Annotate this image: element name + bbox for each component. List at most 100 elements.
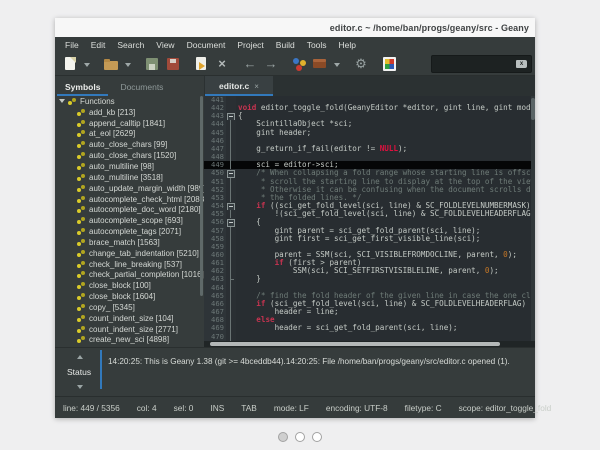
tab-scroll-up-icon[interactable] bbox=[77, 352, 83, 359]
search-input[interactable]: x bbox=[431, 55, 532, 73]
clear-search-icon[interactable]: x bbox=[516, 60, 527, 68]
symbol-item[interactable]: at_eol [2629] bbox=[55, 129, 204, 140]
menu-view[interactable]: View bbox=[150, 37, 180, 53]
symbol-item[interactable]: autocomplete_doc_word [2180] bbox=[55, 204, 204, 215]
code-line[interactable]: 452 * Otherwise it can be confusing when… bbox=[204, 186, 535, 194]
symbol-item[interactable]: autocomplete_scope [693] bbox=[55, 215, 204, 226]
fold-marker-icon[interactable] bbox=[226, 169, 236, 177]
save-icon[interactable] bbox=[143, 55, 161, 73]
code-line[interactable]: 444 ScintillaObject *sci; bbox=[204, 120, 535, 128]
code-line[interactable]: 465 /* find the fold header of the given… bbox=[204, 292, 535, 300]
code-line[interactable]: 467 header = line; bbox=[204, 308, 535, 316]
code-line[interactable]: 455 !(sci_get_fold_level(sci, line) & SC… bbox=[204, 210, 535, 218]
execute-icon[interactable]: ⚙ bbox=[352, 55, 370, 73]
close-icon[interactable]: × bbox=[213, 55, 231, 73]
menu-project[interactable]: Project bbox=[231, 37, 269, 53]
menu-tools[interactable]: Tools bbox=[301, 37, 333, 53]
tab-scroll-down-icon[interactable] bbox=[77, 385, 83, 392]
symbol-item[interactable]: count_indent_size [2771] bbox=[55, 324, 204, 335]
new-document-icon[interactable] bbox=[61, 55, 79, 73]
symbol-item[interactable]: copy_ [5345] bbox=[55, 302, 204, 313]
code-line[interactable]: 457 gint parent = sci_get_fold_parent(sc… bbox=[204, 227, 535, 235]
symbol-item[interactable]: close_block [100] bbox=[55, 280, 204, 291]
code-line[interactable]: 447 g_return_if_fail(editor != NULL); bbox=[204, 145, 535, 153]
tree-root-functions[interactable]: Functions bbox=[55, 96, 204, 107]
color-chooser-icon[interactable] bbox=[380, 55, 398, 73]
open-dropdown-icon[interactable] bbox=[123, 55, 133, 73]
symbol-item[interactable]: count_indent_size [104] bbox=[55, 313, 204, 324]
menu-help[interactable]: Help bbox=[333, 37, 362, 53]
symbol-item[interactable]: auto_close_chars [1520] bbox=[55, 150, 204, 161]
code-line[interactable]: 456 { bbox=[204, 218, 535, 226]
sidebar-scrollbar[interactable] bbox=[200, 96, 203, 296]
close-tab-icon[interactable]: × bbox=[254, 82, 259, 91]
tab-editor-c[interactable]: editor.c × bbox=[205, 76, 273, 96]
open-file-icon[interactable] bbox=[102, 55, 120, 73]
hscroll-thumb[interactable] bbox=[210, 342, 500, 346]
code-line[interactable]: 466 if (sci_get_fold_level(sci, line) & … bbox=[204, 300, 535, 308]
code-line[interactable]: 441 bbox=[204, 96, 535, 104]
compile-icon[interactable] bbox=[290, 55, 308, 73]
navigate-back-icon[interactable]: ← bbox=[241, 55, 259, 73]
code-line[interactable]: 454 if ((sci_get_fold_level(sci, line) &… bbox=[204, 202, 535, 210]
code-line[interactable]: 468 else bbox=[204, 316, 535, 324]
code-line[interactable]: 449 sci = editor->sci; bbox=[204, 161, 535, 169]
code-line[interactable]: 470 bbox=[204, 333, 535, 341]
tab-symbols[interactable]: Symbols bbox=[55, 82, 110, 96]
tab-status[interactable]: Status bbox=[67, 367, 91, 377]
symbol-item[interactable]: check_partial_completion [1016] bbox=[55, 270, 204, 281]
vscroll-thumb[interactable] bbox=[531, 98, 535, 120]
code-line[interactable]: 463 } bbox=[204, 275, 535, 283]
revert-icon[interactable] bbox=[192, 55, 210, 73]
symbol-item[interactable]: add_kb [213] bbox=[55, 107, 204, 118]
code-line[interactable]: 451 * scroll the starting line to displa… bbox=[204, 178, 535, 186]
menu-build[interactable]: Build bbox=[270, 37, 301, 53]
pagination-dot[interactable] bbox=[278, 432, 288, 442]
navigate-forward-icon[interactable]: → bbox=[262, 55, 280, 73]
pagination-dot[interactable] bbox=[312, 432, 322, 442]
pagination-dot[interactable] bbox=[295, 432, 305, 442]
symbol-item[interactable]: autocomplete_tags [2071] bbox=[55, 226, 204, 237]
code-line[interactable]: 462 SSM(sci, SCI_SETFIRSTVISIBLELINE, pa… bbox=[204, 267, 535, 275]
editor-vertical-scrollbar[interactable] bbox=[531, 96, 535, 341]
window-titlebar[interactable]: editor.c ~ /home/ban/progs/geany/src - G… bbox=[55, 18, 535, 37]
code-line[interactable]: 469 header = sci_get_fold_parent(sci, li… bbox=[204, 324, 535, 332]
menu-search[interactable]: Search bbox=[111, 37, 150, 53]
code-view[interactable]: 441442void editor_toggle_fold(GeanyEdito… bbox=[204, 96, 535, 341]
fold-marker-icon[interactable] bbox=[226, 112, 236, 120]
symbol-item[interactable]: autocomplete_check_html [2088] bbox=[55, 194, 204, 205]
symbol-item[interactable]: check_line_breaking [537] bbox=[55, 259, 204, 270]
fold-marker-icon[interactable] bbox=[226, 202, 236, 210]
symbol-item[interactable]: brace_match [1563] bbox=[55, 237, 204, 248]
expander-icon[interactable] bbox=[59, 99, 65, 106]
save-all-icon[interactable] bbox=[164, 55, 182, 73]
menu-document[interactable]: Document bbox=[181, 37, 232, 53]
code-line[interactable]: 446 bbox=[204, 137, 535, 145]
code-line[interactable]: 442void editor_toggle_fold(GeanyEditor *… bbox=[204, 104, 535, 112]
code-line[interactable]: 448 bbox=[204, 153, 535, 161]
symbol-item[interactable]: auto_multiline [98] bbox=[55, 161, 204, 172]
tab-documents[interactable]: Documents bbox=[110, 82, 173, 96]
menu-edit[interactable]: Edit bbox=[85, 37, 112, 53]
build-dropdown-icon[interactable] bbox=[332, 55, 342, 73]
build-icon[interactable] bbox=[311, 55, 329, 73]
code-line[interactable]: 464 bbox=[204, 284, 535, 292]
code-line[interactable]: 460 parent = SSM(sci, SCI_VISIBLEFROMDOC… bbox=[204, 251, 535, 259]
symbol-item[interactable]: auto_close_chars [99] bbox=[55, 139, 204, 150]
code-line[interactable]: 453 * the folded lines. */ bbox=[204, 194, 535, 202]
menu-file[interactable]: File bbox=[59, 37, 85, 53]
symbol-item[interactable]: auto_multiline [3518] bbox=[55, 172, 204, 183]
symbol-item[interactable]: close_block [1604] bbox=[55, 291, 204, 302]
code-line[interactable]: 443{ bbox=[204, 112, 535, 120]
fold-marker-icon[interactable] bbox=[226, 218, 236, 226]
code-line[interactable]: 445 gint header; bbox=[204, 129, 535, 137]
symbol-item[interactable]: change_tab_indentation [5210] bbox=[55, 248, 204, 259]
code-line[interactable]: 461 if (first > parent) bbox=[204, 259, 535, 267]
symbol-item[interactable]: append_calltip [1841] bbox=[55, 118, 204, 129]
symbol-item[interactable]: auto_update_margin_width [989] bbox=[55, 183, 204, 194]
code-line[interactable]: 450 /* When collapsing a fold range whos… bbox=[204, 169, 535, 177]
code-line[interactable]: 459 bbox=[204, 243, 535, 251]
symbol-item[interactable]: create_new_sci [4898] bbox=[55, 335, 204, 346]
code-line[interactable]: 458 gint first = sci_get_first_visible_l… bbox=[204, 235, 535, 243]
new-dropdown-icon[interactable] bbox=[82, 55, 92, 73]
